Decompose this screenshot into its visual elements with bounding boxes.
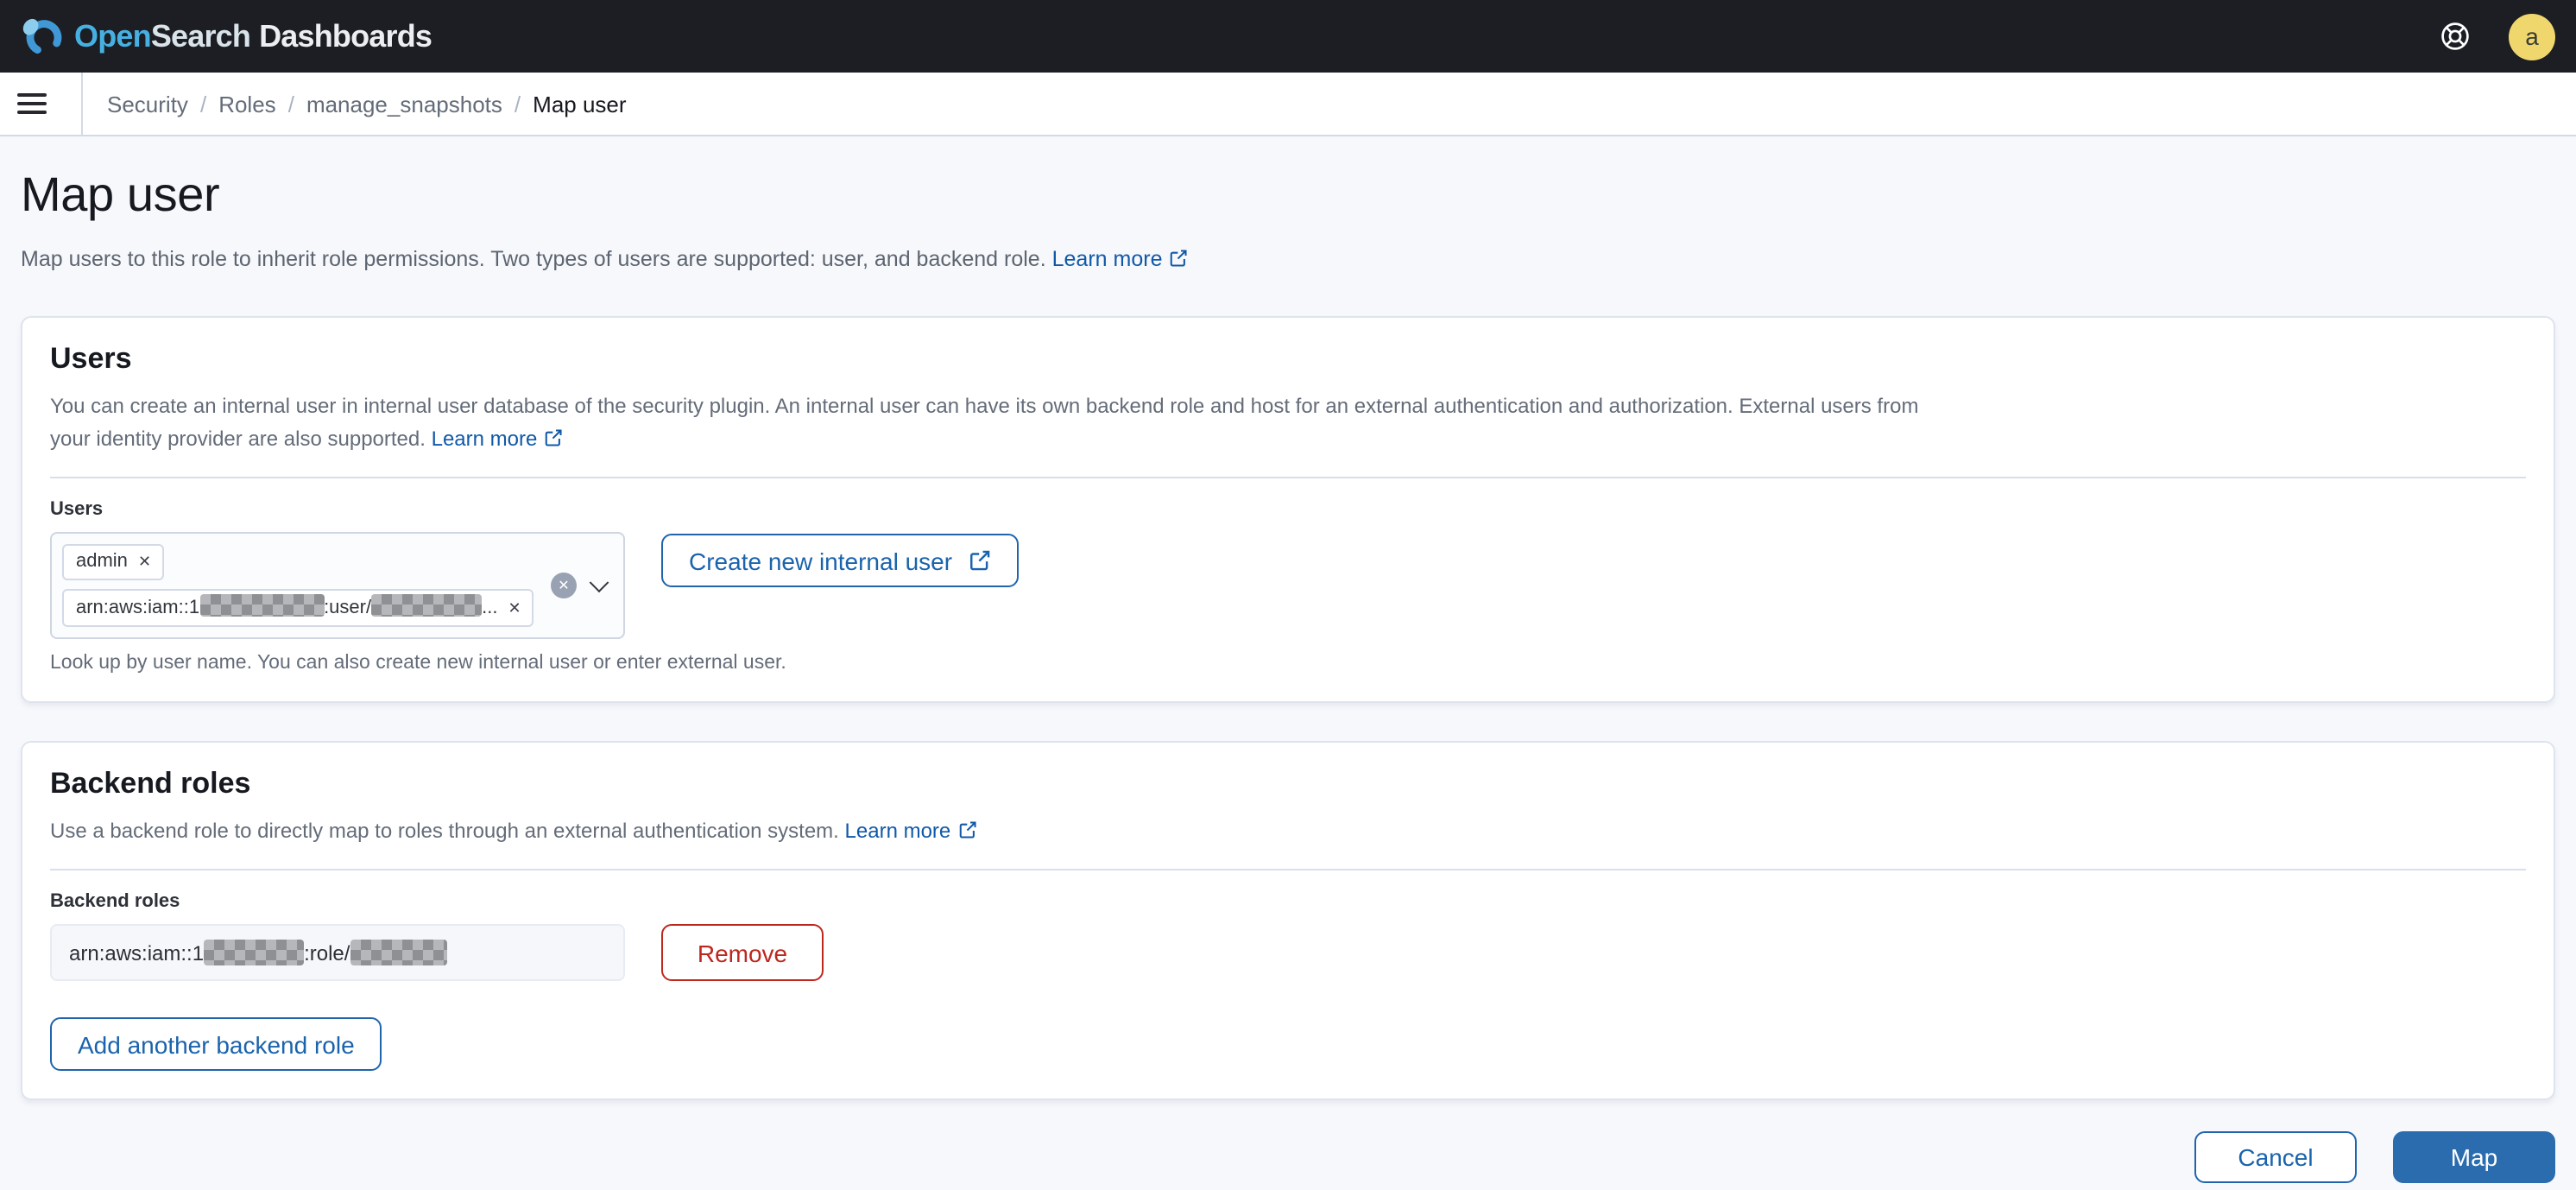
add-backend-role-button[interactable]: Add another backend role [50,1017,382,1072]
breadcrumb-security[interactable]: Security [107,91,188,117]
create-internal-user-button[interactable]: Create new internal user [661,534,1019,588]
help-icon[interactable] [2434,16,2476,57]
chevron-down-icon[interactable] [589,573,609,593]
page-content: Map user Map users to this role to inher… [0,136,2576,1190]
user-avatar[interactable]: a [2509,13,2555,60]
external-link-icon [1170,249,1189,273]
backend-roles-panel: Backend roles Use a backend role to dire… [21,741,2555,1101]
backend-learn-more-link[interactable]: Learn more [845,819,977,843]
users-panel-title: Users [50,341,132,375]
panel-divider [50,477,2526,479]
redacted-role-name [350,940,447,966]
backend-field-label: Backend roles [50,891,180,913]
users-panel-description: You can create an internal user in inter… [50,393,1919,451]
opensearch-logo[interactable]: OpenSearch Dashboards [21,16,432,57]
backend-role-input[interactable]: arn:aws:iam::1:role/ [50,924,625,982]
backend-form-row: arn:aws:iam::1:role/ Remove [50,924,2526,982]
user-pill-arn: arn:aws:iam::1:user/... [62,589,534,628]
users-panel: Users You can create an internal user in… [21,315,2555,704]
breadcrumb-separator: / [199,91,207,117]
breadcrumb: Security / Roles / manage_snapshots / Ma… [107,91,627,117]
users-combo-box[interactable]: admin arn:aws:iam::1:user/... [50,532,625,640]
backend-panel-description: Use a backend role to directly map to ro… [50,815,1963,850]
remove-user-icon[interactable] [138,554,151,570]
page-description: Map users to this role to inherit role p… [21,244,2555,278]
cancel-button[interactable]: Cancel [2194,1131,2357,1184]
remove-backend-role-button[interactable]: Remove [661,924,824,982]
breadcrumb-current: Map user [533,91,627,117]
breadcrumb-separator: / [514,91,521,117]
clear-selection-icon[interactable] [551,573,577,599]
redacted-account-id [199,594,325,617]
page-learn-more-link[interactable]: Learn more [1052,247,1189,271]
users-form-row: admin arn:aws:iam::1:user/... Create new… [50,532,2526,640]
breadcrumb-roles[interactable]: Roles [218,91,276,117]
selected-users-list: admin arn:aws:iam::1:user/... [62,544,544,628]
redacted-account-id [204,940,305,966]
user-pill-admin: admin [62,544,164,581]
panel-divider [50,869,2526,871]
header-actions: a [2434,13,2555,60]
opensearch-swirl-icon [21,16,62,57]
remove-user-icon[interactable] [508,600,521,616]
page-title: Map user [21,168,220,221]
header-divider [81,73,83,135]
map-button[interactable]: Map [2393,1131,2555,1184]
users-field-label: Users [50,499,104,521]
external-link-icon [968,549,990,572]
breadcrumb-separator: / [287,91,294,117]
footer-actions: Cancel Map [21,1131,2555,1184]
top-header: OpenSearch Dashboards a [0,0,2576,73]
breadcrumb-role-name[interactable]: manage_snapshots [306,91,502,117]
external-link-icon [957,820,976,845]
breadcrumb-bar: Security / Roles / manage_snapshots / Ma… [0,73,2576,136]
brand-title: OpenSearch Dashboards [74,18,432,53]
menu-icon[interactable] [17,92,47,115]
redacted-user-name [371,594,483,617]
backend-panel-title: Backend roles [50,767,251,801]
app-root: OpenSearch Dashboards a Security / Roles … [0,0,2576,1190]
external-link-icon [544,428,563,453]
users-learn-more-link[interactable]: Learn more [432,427,564,451]
users-helper-text: Look up by user name. You can also creat… [50,653,786,674]
